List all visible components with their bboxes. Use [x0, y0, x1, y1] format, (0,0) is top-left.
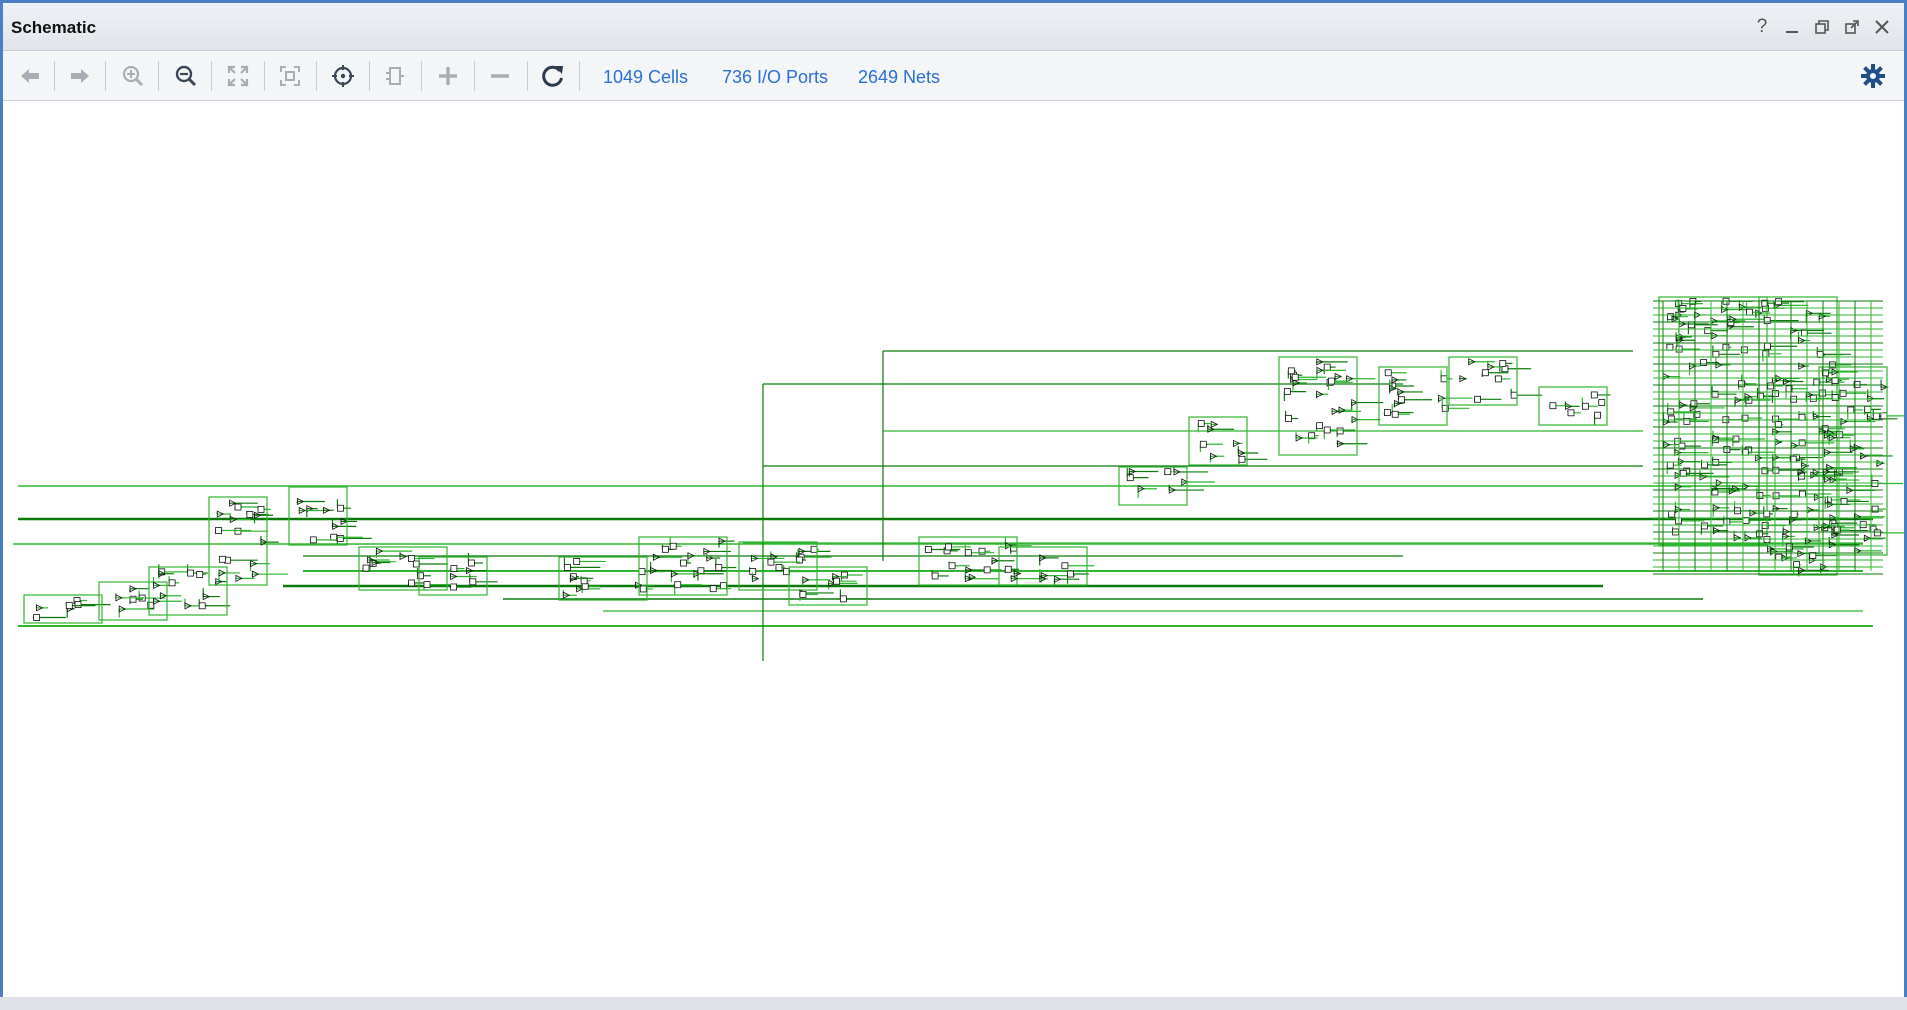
- back-button[interactable]: [13, 59, 47, 93]
- minimize-icon[interactable]: [1780, 15, 1804, 39]
- arrow-left-icon: [21, 69, 39, 83]
- zoom-out-button[interactable]: [169, 59, 203, 93]
- schematic-window: Schematic ? 1049 Cells 736 I/O Ports 264…: [0, 0, 1907, 1000]
- zoom-out-icon: [175, 65, 197, 87]
- refresh-icon: [542, 65, 563, 87]
- expand-icon: [227, 65, 249, 87]
- plus-icon: [439, 67, 457, 85]
- toolbar: 1049 Cells 736 I/O Ports 2649 Nets: [3, 51, 1904, 101]
- net-wires: [13, 296, 1904, 661]
- zoom-selection-button[interactable]: [273, 59, 307, 93]
- schematic-diagram[interactable]: [3, 101, 1904, 997]
- cell-icon: [386, 67, 404, 85]
- show-cell-button[interactable]: [378, 59, 412, 93]
- help-icon[interactable]: ?: [1750, 15, 1774, 39]
- crosshair-icon: [332, 65, 354, 87]
- schematic-canvas[interactable]: [3, 101, 1904, 997]
- bottom-edge: [0, 997, 1907, 1010]
- regenerate-button[interactable]: [536, 59, 570, 93]
- arrow-right-icon: [71, 69, 89, 83]
- gear-icon: [1861, 64, 1885, 88]
- settings-button[interactable]: [1856, 59, 1890, 93]
- cells-count-link[interactable]: 1049 Cells: [603, 67, 688, 88]
- float-icon[interactable]: [1840, 15, 1864, 39]
- zoom-in-icon: [122, 65, 144, 87]
- zoom-in-button[interactable]: [116, 59, 150, 93]
- window-controls: ?: [1750, 13, 1894, 41]
- forward-button[interactable]: [63, 59, 97, 93]
- auto-fit-selection-button[interactable]: [326, 59, 360, 93]
- io-ports-count-link[interactable]: 736 I/O Ports: [722, 67, 828, 88]
- fit-selection-icon: [280, 66, 300, 86]
- minus-icon: [491, 74, 509, 78]
- close-icon[interactable]: [1870, 15, 1894, 39]
- title-bar: Schematic ?: [3, 3, 1904, 51]
- nets-count-link[interactable]: 2649 Nets: [858, 67, 940, 88]
- collapse-button[interactable]: [483, 59, 517, 93]
- expand-button[interactable]: [431, 59, 465, 93]
- window-title: Schematic: [11, 18, 97, 37]
- restore-icon[interactable]: [1810, 15, 1834, 39]
- zoom-fit-button[interactable]: [221, 59, 255, 93]
